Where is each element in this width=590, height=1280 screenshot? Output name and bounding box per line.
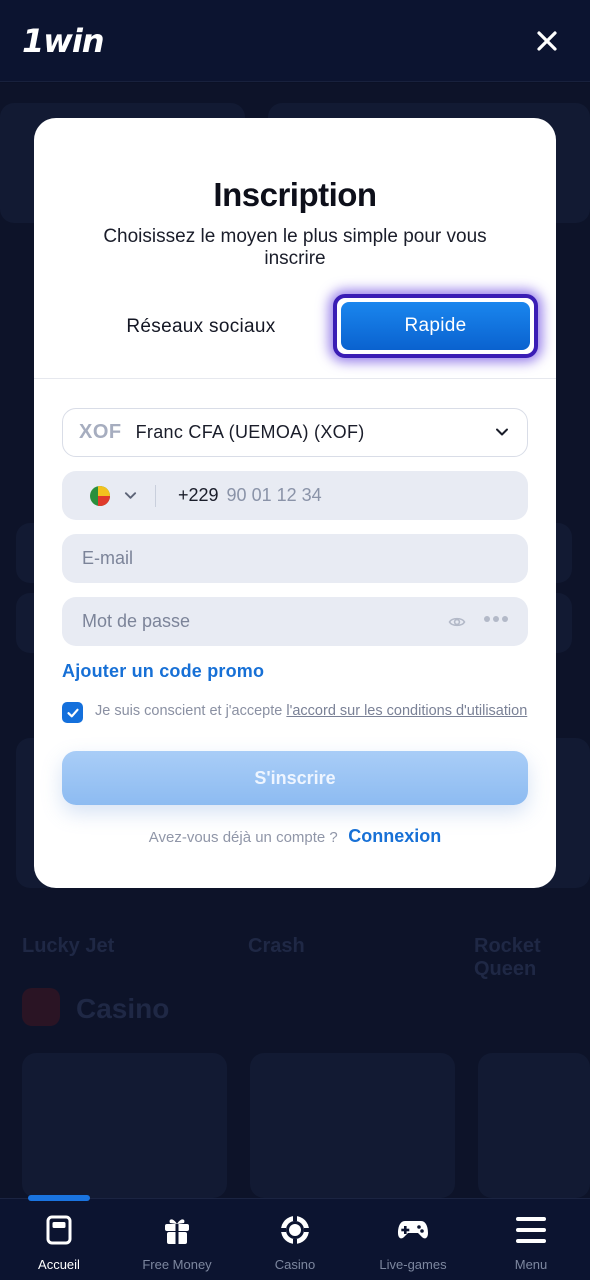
currency-code: XOF (79, 421, 122, 443)
tab-rapide[interactable]: Rapide (341, 302, 530, 350)
bg-game-label: Crash (248, 935, 305, 957)
add-promo-code-link[interactable]: Ajouter un code promo (62, 661, 264, 682)
bottom-navigation: Accueil Free Money Casino Live-games Men… (0, 1195, 590, 1280)
nav-item-live-games[interactable]: Live-games (354, 1199, 472, 1280)
terms-checkbox[interactable] (62, 702, 83, 723)
gift-icon (165, 1219, 189, 1244)
nav-label: Live-games (379, 1257, 447, 1272)
terms-label: Je suis conscient et j'accepte (95, 703, 287, 719)
nav-item-accueil[interactable]: Accueil (0, 1199, 118, 1280)
login-row: Avez-vous déjà un compte ? Connexion (34, 826, 556, 847)
eye-icon[interactable] (448, 613, 466, 631)
chevron-down-icon[interactable] (124, 489, 137, 502)
bg-game-label: Rocket Queen (474, 935, 541, 980)
email-field[interactable]: E-mail (62, 534, 528, 583)
tab-social-networks[interactable]: Réseaux sociaux (106, 316, 296, 338)
bg-game-label: Lucky Jet (22, 935, 115, 957)
password-field[interactable]: Mot de passe (62, 597, 528, 646)
currency-select[interactable]: XOF Franc CFA (UEMOA) (XOF) (62, 408, 528, 457)
currency-name: Franc CFA (UEMOA) (XOF) (135, 422, 365, 442)
nav-item-casino[interactable]: Casino (236, 1199, 354, 1280)
active-tab-indicator (28, 1195, 90, 1201)
close-icon (537, 31, 557, 51)
phone-separator (155, 484, 156, 507)
nav-label: Casino (274, 1257, 316, 1272)
terms-text: Je suis conscient et j'accepte l'accord … (95, 702, 527, 723)
nav-label: Free Money (142, 1257, 212, 1272)
phone-country-code: +229 (178, 485, 219, 505)
gamepad-icon (398, 1221, 428, 1239)
terms-link[interactable]: l'accord sur les conditions d'utilisatio… (286, 703, 527, 719)
home-icon (46, 1215, 72, 1245)
email-placeholder: E-mail (82, 548, 134, 568)
terms-row: Je suis conscient et j'accepte l'accord … (62, 702, 528, 723)
phone-field[interactable]: +229 90 01 12 34 (62, 471, 528, 520)
brand-logo[interactable]: 1win (22, 22, 105, 60)
menu-icon (516, 1217, 546, 1243)
nav-item-free-money[interactable]: Free Money (118, 1199, 236, 1280)
modal-title: Inscription (213, 176, 377, 213)
benin-flag-icon (90, 485, 110, 506)
password-generate-icon[interactable] (484, 616, 508, 622)
bg-section-title: Casino (76, 993, 170, 1024)
password-placeholder: Mot de passe (82, 611, 191, 631)
nav-item-menu[interactable]: Menu (472, 1199, 590, 1280)
nav-label: Accueil (38, 1257, 80, 1272)
divider (34, 378, 556, 379)
phone-input[interactable]: 90 01 12 34 (227, 485, 322, 506)
nav-label: Menu (514, 1257, 548, 1272)
login-question: Avez-vous déjà un compte ? (148, 829, 338, 846)
login-link[interactable]: Connexion (348, 826, 441, 846)
registration-modal: Inscription Choisissez le moyen le plus … (34, 118, 556, 888)
casino-chip-icon (281, 1216, 309, 1244)
chevron-down-icon (496, 428, 508, 436)
close-button[interactable] (530, 24, 564, 58)
tab-rapide-focus-ring[interactable]: Rapide (333, 294, 538, 358)
modal-subtitle: Choisissez le moyen le plus simple pour … (103, 226, 487, 269)
checkmark-icon (66, 708, 79, 717)
register-button[interactable]: S'inscrire (62, 751, 528, 805)
app-header: 1win (0, 0, 590, 82)
